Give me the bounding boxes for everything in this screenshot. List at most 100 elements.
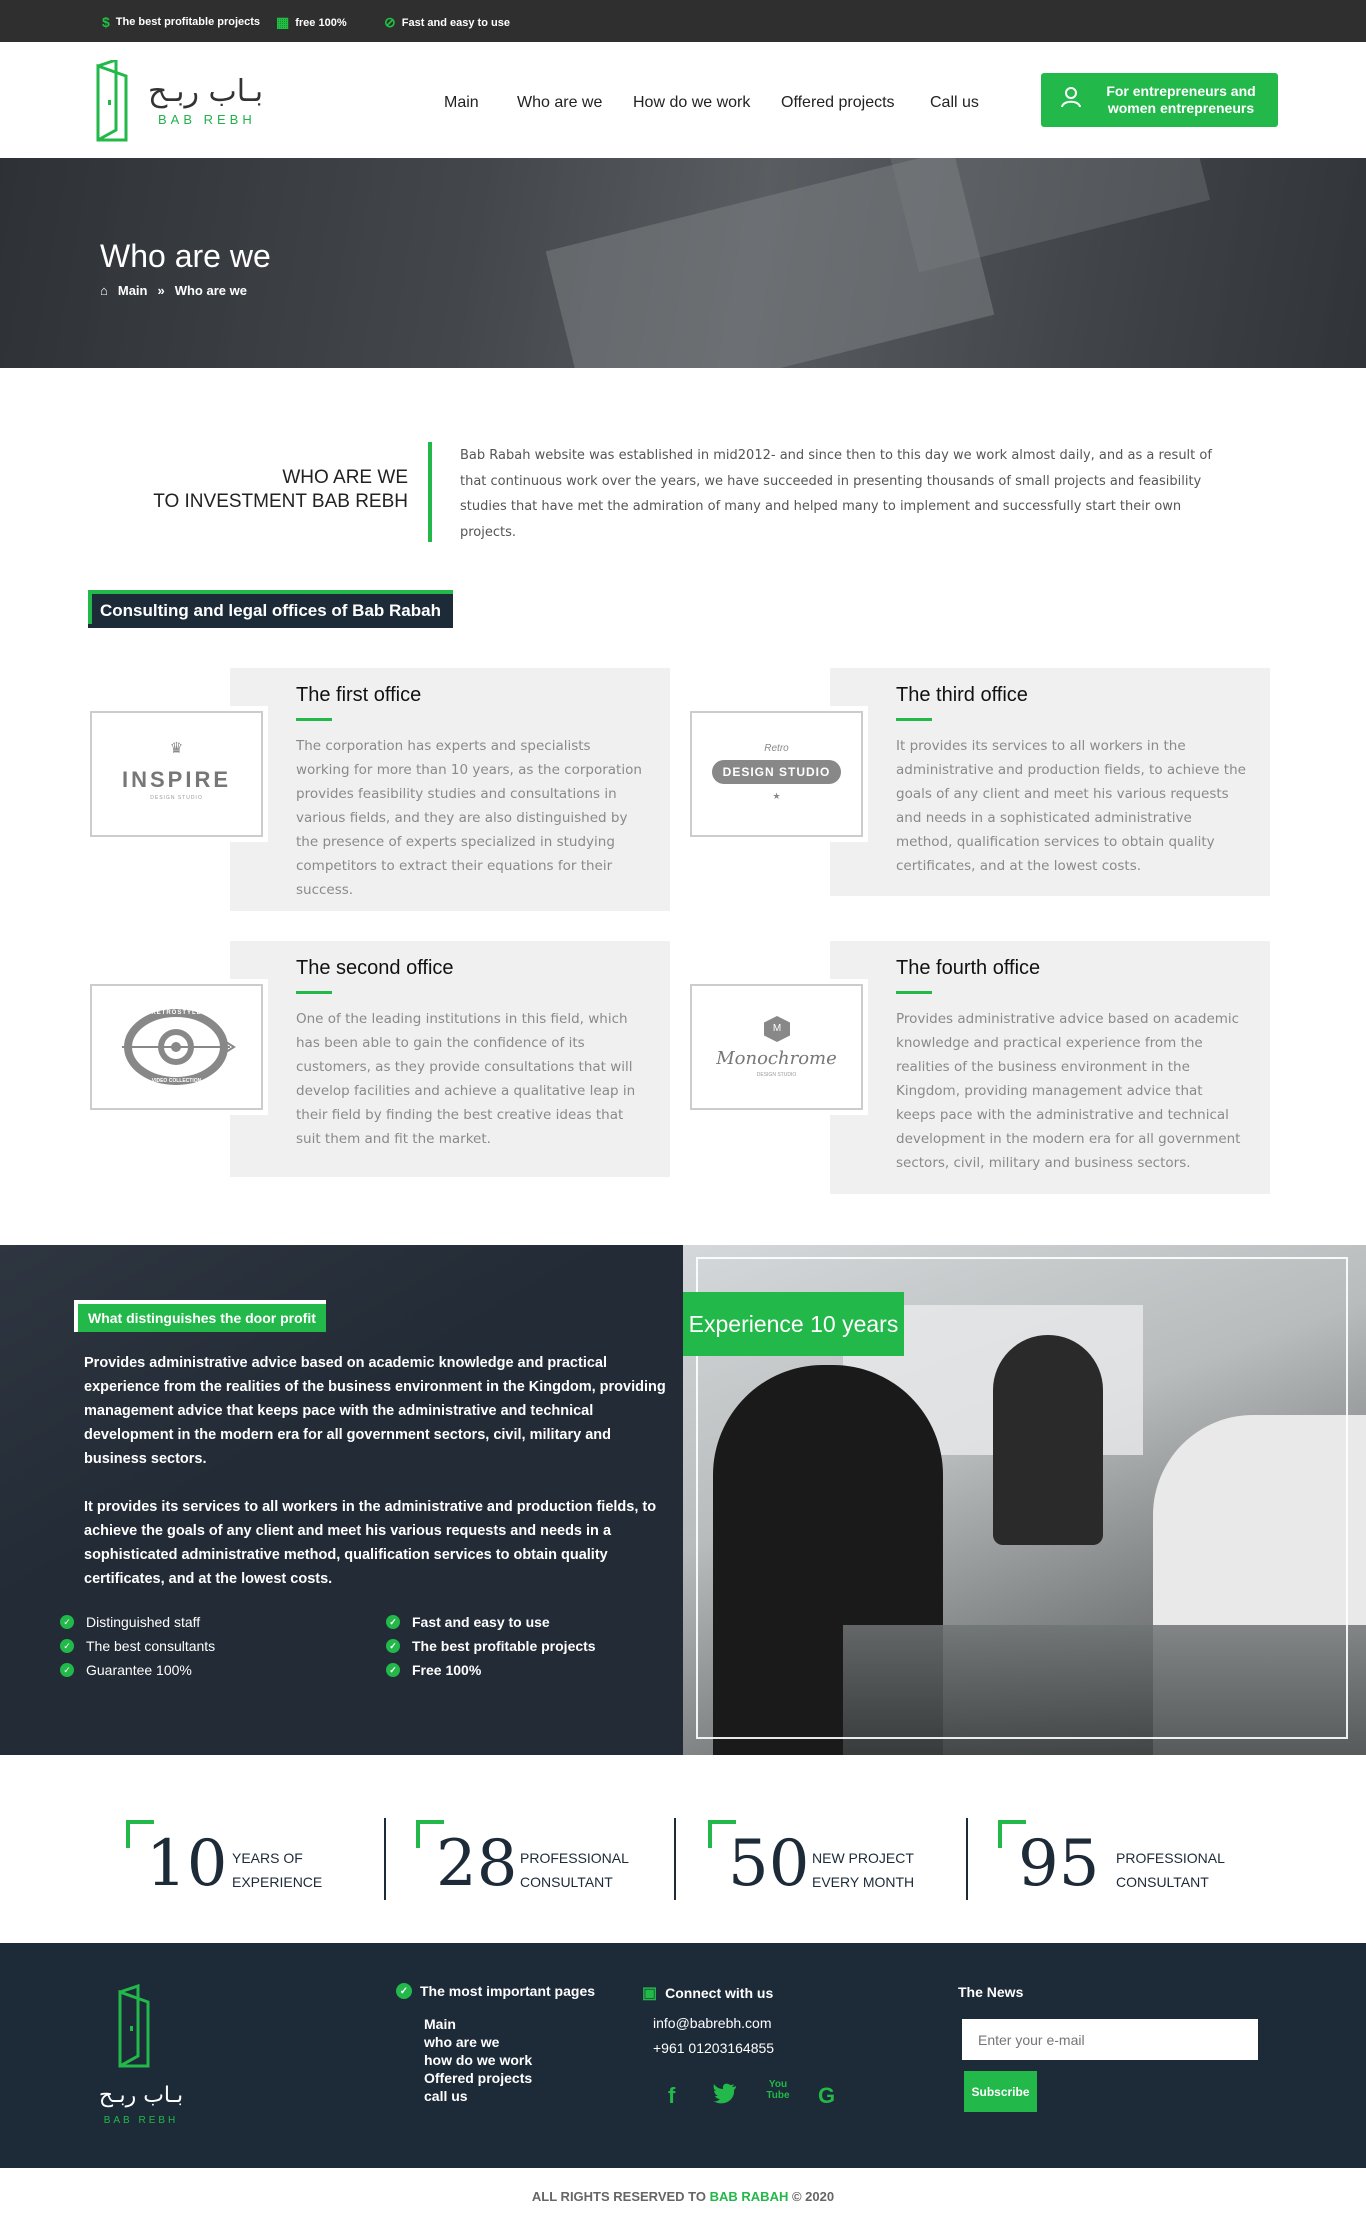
check-icon: ✓ (386, 1663, 400, 1677)
stat-item: 95 PROFESSIONAL CONSULTANT (998, 1820, 1238, 1900)
office-logo: RETROSTYLE VIDEO COLLECTION (90, 984, 263, 1110)
chevron-right-icon: » (157, 283, 165, 298)
stat-label: NEW PROJECT EVERY MONTH (812, 1850, 915, 1890)
divider (428, 442, 432, 542)
logo-arabic: بـاب ربـح (148, 74, 264, 109)
meeting-photo: Experience 10 years (683, 1245, 1366, 1755)
footer-email[interactable]: info@babrebh.com (653, 2015, 772, 2031)
features-text: Provides administrative advice based on … (84, 1355, 666, 1587)
check-icon: ✓ (386, 1639, 400, 1653)
twitter-icon[interactable] (713, 2083, 737, 2111)
office-text: Provides administrative advice based on … (896, 1011, 1241, 1171)
youtube-icon[interactable]: You Tube (766, 2079, 790, 2101)
page-title: Who are we (100, 238, 271, 274)
pages-heading: ✓ The most important pages (396, 1983, 595, 1999)
footer-link-offered-projects[interactable]: Offered projects (424, 2069, 532, 2087)
breadcrumb: ⌂ Main » Who are we (100, 283, 247, 298)
office-logo: M Monochrome DESIGN STUDIO (690, 984, 863, 1110)
office-title: The second office (296, 957, 454, 979)
footer-phone[interactable]: +961 01203164855 (653, 2040, 774, 2056)
door-logo-icon (118, 1983, 150, 2068)
stat-item: 28 PROFESSIONAL CONSULTANT (416, 1820, 646, 1900)
office-card: The third office It provides its service… (830, 668, 1270, 896)
feature-item: ✓ The best profitable projects (386, 1638, 596, 1654)
footer-link-call-us[interactable]: call us (424, 2087, 468, 2105)
stat-label: PROFESSIONAL CONSULTANT (1116, 1850, 1225, 1890)
newsletter-email-input[interactable] (962, 2019, 1258, 2060)
office-text: It provides its services to all workers … (896, 738, 1246, 874)
topbar-item: ⊘ Fast and easy to use (384, 14, 510, 30)
google-icon[interactable]: G (818, 2083, 835, 2109)
connect-heading: ▣ Connect with us (642, 1985, 774, 2002)
crown-icon: ♛ (169, 740, 184, 757)
film-reel-icon (122, 1009, 236, 1085)
divider (674, 1818, 676, 1900)
check-circle-icon: ✓ (396, 1983, 412, 1999)
news-heading: The News (958, 1984, 1024, 2000)
feature-item: ✓ Free 100% (386, 1662, 481, 1678)
nav-main[interactable]: Main (444, 94, 479, 112)
footer-link-main[interactable]: Main (424, 2015, 456, 2033)
who-description: Bab Rabah website was established in mid… (460, 448, 1212, 540)
chart-icon: ▦ (276, 14, 290, 30)
check-icon: ✓ (60, 1615, 74, 1629)
star-icon: ★ (772, 791, 781, 801)
office-title: The fourth office (896, 957, 1041, 979)
stat-number: 10 (146, 1827, 228, 1901)
stat-number: 95 (1018, 1827, 1100, 1901)
footer-link-who-are-we[interactable]: who are we (424, 2033, 499, 2051)
logo-english: BAB REBH (158, 112, 256, 127)
footer-logo[interactable]: بـاب ربـح BAB REBH (96, 1983, 186, 2133)
office-text: The corporation has experts and speciali… (296, 738, 642, 898)
offices-badge: Consulting and legal offices of Bab Raba… (88, 590, 453, 628)
site-logo[interactable]: بـاب ربـح BAB REBH (96, 60, 266, 144)
copyright: ALL RIGHTS RESERVED TO BAB RABAH © 2020 (531, 2189, 835, 2204)
nav-call-us[interactable]: Call us (930, 94, 979, 112)
check-circle-icon: ⊘ (384, 14, 396, 30)
check-icon: ✓ (60, 1639, 74, 1653)
stat-item: 50 NEW PROJECT EVERY MONTH (708, 1820, 938, 1900)
nav-how-do-we-work[interactable]: How do we work (633, 94, 750, 112)
feature-item: ✓ Guarantee 100% (60, 1662, 192, 1678)
copyright-brand[interactable]: BAB RABAH (710, 2189, 789, 2204)
nav-offered-projects[interactable]: Offered projects (781, 94, 895, 112)
office-title: The first office (296, 684, 422, 706)
breadcrumb-home[interactable]: Main (118, 283, 148, 298)
qr-icon: ▣ (642, 1985, 658, 2002)
office-card: The fourth office Provides administrativ… (830, 941, 1270, 1194)
door-logo-icon (96, 60, 128, 142)
hexagon-icon: M (764, 1016, 790, 1042)
features-tag: What distinguishes the door profit (74, 1300, 326, 1332)
office-logo: Retro DESIGN STUDIO ★ (690, 711, 863, 837)
office-card: The second office One of the leading ins… (230, 941, 670, 1177)
page-hero: Who are we ⌂ Main » Who are we (0, 158, 1366, 368)
topbar-item: ▦ free 100% (276, 14, 347, 30)
entrepreneurs-button[interactable]: For entrepreneurs and women entrepreneurs (1041, 73, 1278, 127)
subscribe-button[interactable]: Subscribe (964, 2071, 1037, 2112)
divider (966, 1818, 968, 1900)
feature-item: ✓ Distinguished staff (60, 1614, 200, 1630)
office-card: The first office The corporation has exp… (230, 668, 670, 911)
site-header: بـاب ربـح BAB REBH Main Who are we How d… (0, 42, 1366, 158)
office-logo: ♛ INSPIRE DESIGN STUDIO (90, 711, 263, 837)
facebook-icon[interactable]: f (668, 2083, 675, 2109)
footer-link-how-do-we-work[interactable]: how do we work (424, 2051, 532, 2069)
divider (384, 1818, 386, 1900)
dollar-icon: $ (102, 14, 110, 30)
who-heading: WHO ARE WE TO INVESTMENT BAB REBH (153, 467, 408, 512)
stat-label: YEARS OF EXPERIENCE (232, 1850, 323, 1890)
stat-number: 28 (436, 1827, 518, 1901)
home-icon: ⌂ (100, 283, 108, 298)
check-icon: ✓ (60, 1663, 74, 1677)
check-icon: ✓ (386, 1615, 400, 1629)
feature-item: ✓ The best consultants (60, 1638, 215, 1654)
stat-number: 50 (728, 1827, 810, 1901)
stat-item: 10 YEARS OF EXPERIENCE (126, 1820, 336, 1900)
breadcrumb-current: Who are we (174, 283, 247, 298)
site-footer: بـاب ربـح BAB REBH ✓ The most important … (0, 1943, 1366, 2168)
stat-label: PROFESSIONAL CONSULTANT (520, 1850, 629, 1890)
user-icon (1041, 86, 1101, 114)
experience-badge: Experience 10 years (683, 1292, 904, 1356)
nav-who-are-we[interactable]: Who are we (517, 94, 602, 112)
office-text: One of the leading institutions in this … (296, 1011, 636, 1147)
